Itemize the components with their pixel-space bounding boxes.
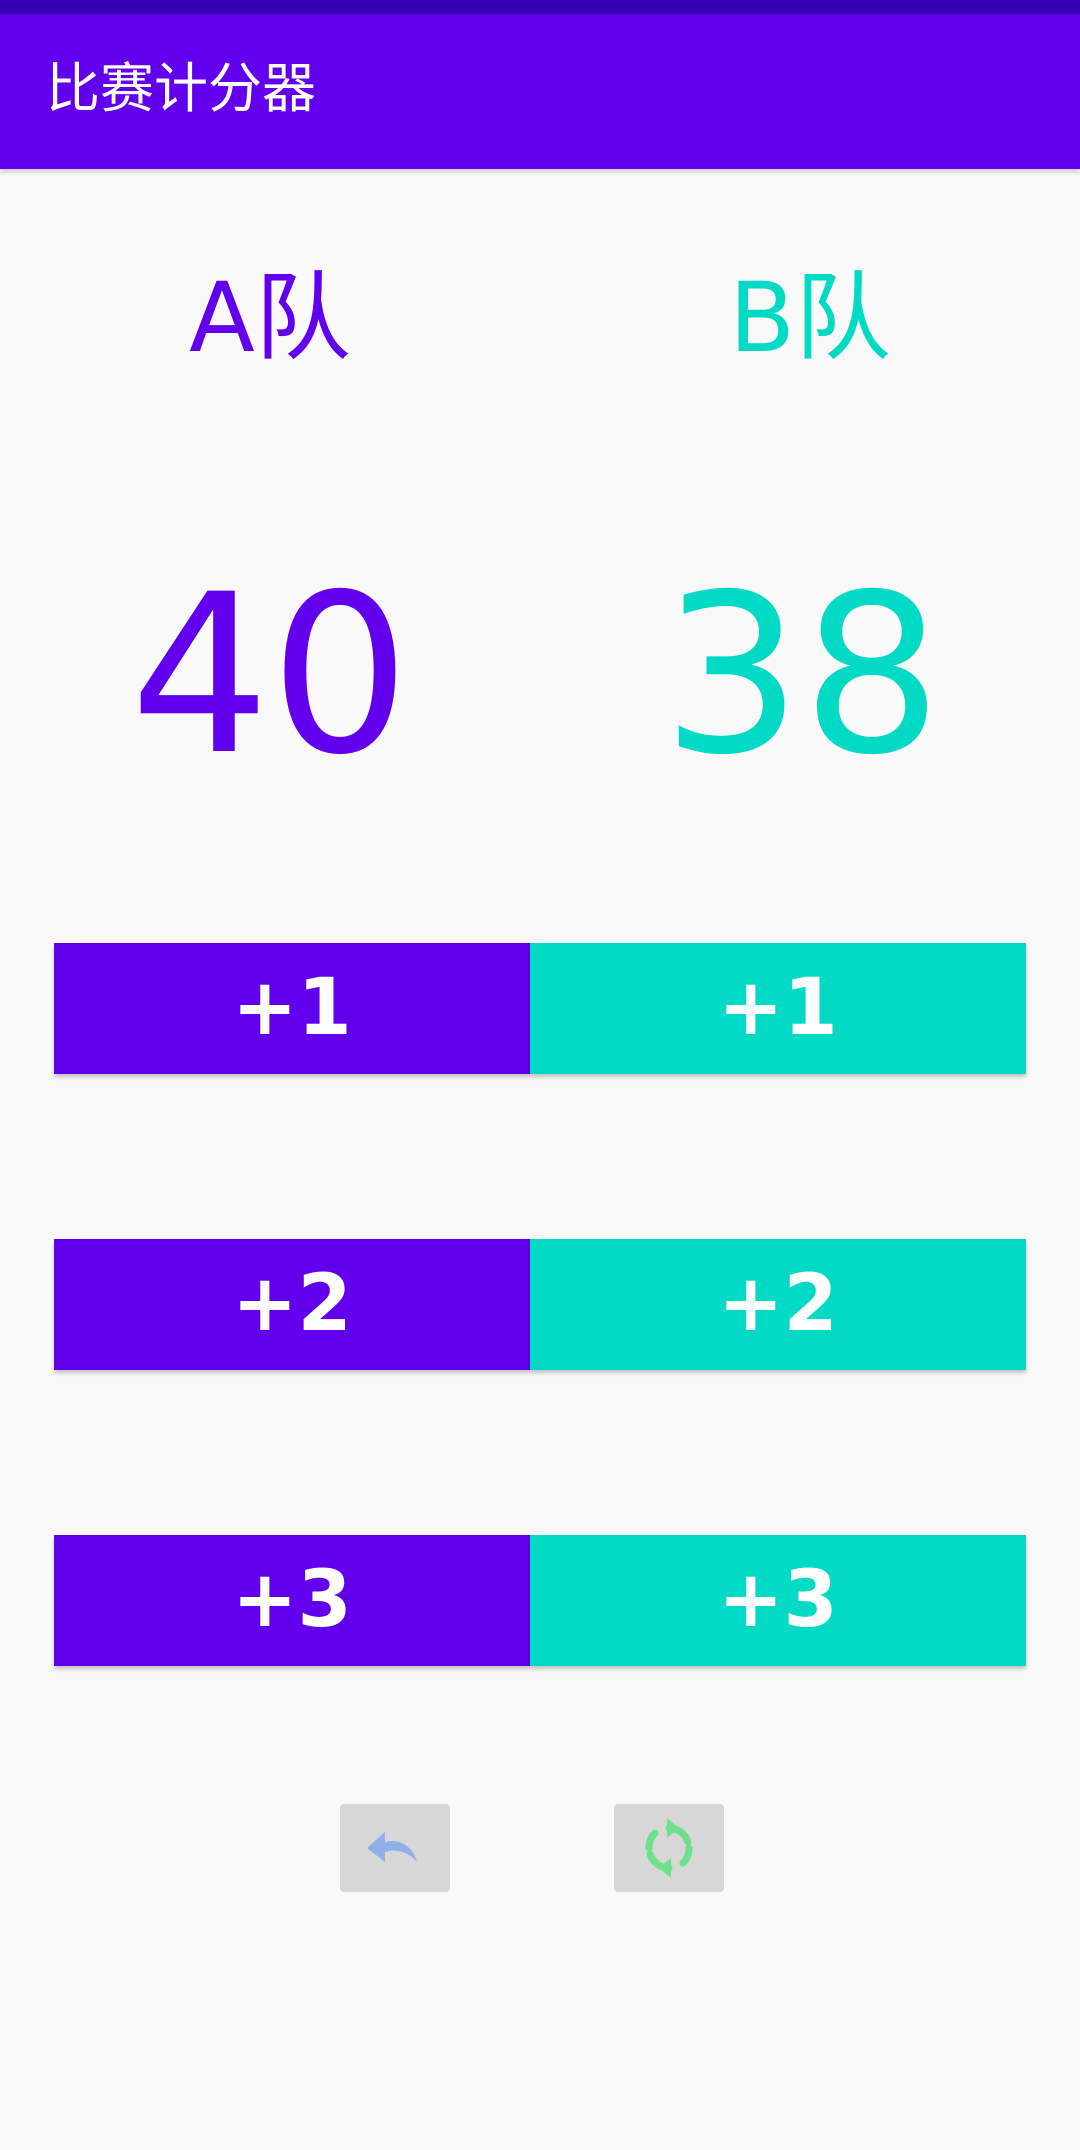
- team-b-plus-3-button[interactable]: +3: [530, 1535, 1026, 1666]
- team-b-label: B队: [729, 262, 891, 374]
- undo-icon: [367, 1832, 417, 1862]
- team-a-score: 40: [130, 547, 410, 803]
- app-bar: 比赛计分器: [0, 14, 1080, 169]
- team-b-plus-1-button[interactable]: +1: [530, 943, 1026, 1074]
- team-a-plus-3-button[interactable]: +3: [54, 1535, 530, 1666]
- status-bar: [0, 0, 1080, 14]
- app-title: 比赛计分器: [46, 57, 316, 120]
- reset-button[interactable]: [614, 1804, 724, 1892]
- undo-button[interactable]: [340, 1804, 450, 1892]
- team-b-score: 38: [662, 547, 942, 803]
- team-a-plus-2-button[interactable]: +2: [54, 1239, 530, 1370]
- team-a-label: A队: [189, 262, 351, 374]
- refresh-icon: [645, 1818, 693, 1878]
- team-a-plus-1-button[interactable]: +1: [54, 943, 530, 1074]
- team-b-plus-2-button[interactable]: +2: [530, 1239, 1026, 1370]
